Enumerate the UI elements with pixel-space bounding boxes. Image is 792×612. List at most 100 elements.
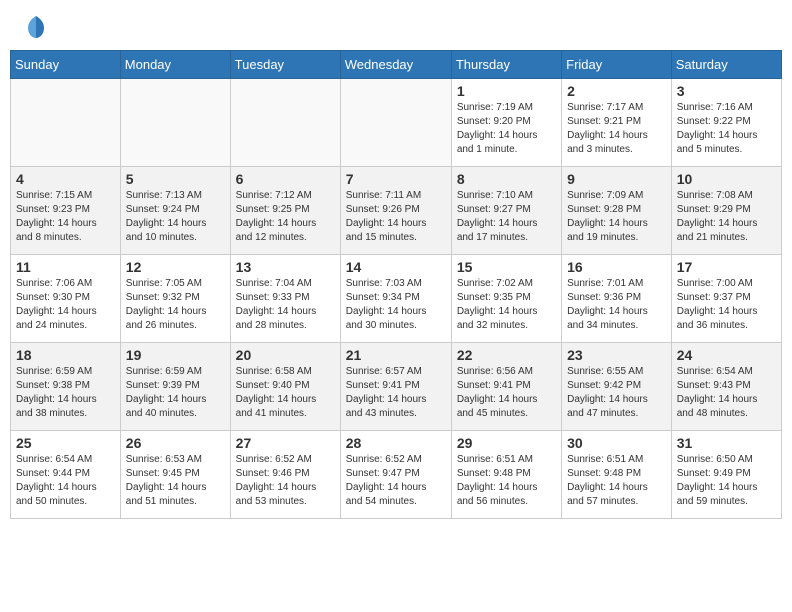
day-number: 2 — [567, 83, 666, 99]
calendar-cell: 12Sunrise: 7:05 AM Sunset: 9:32 PM Dayli… — [120, 255, 230, 343]
logo — [20, 12, 50, 40]
day-info: Sunrise: 7:15 AM Sunset: 9:23 PM Dayligh… — [16, 189, 115, 245]
calendar-cell: 20 Sunrise: 6:58 AM Sunset: 9:40 PM Dayli… — [230, 343, 340, 431]
day-info: Sunrise: 6:57 AM Sunset: 9:41 PM Dayligh… — [346, 365, 446, 421]
day-info: Sunrise: 6:53 AM Sunset: 9:45 PM Dayligh… — [126, 453, 225, 509]
calendar-cell: 8Sunrise: 7:10 AM Sunset: 9:27 PM Daylig… — [451, 167, 561, 255]
day-info: Sunrise: 6:58 AM Sunset: 9:40 PM Dayligh… — [236, 365, 335, 421]
calendar-cell — [11, 79, 121, 167]
day-info: Sunrise: 6:52 AM Sunset: 9:46 PM Dayligh… — [236, 453, 335, 509]
day-number: 11 — [16, 259, 115, 275]
day-info: Sunrise: 7:01 AM Sunset: 9:36 PM Dayligh… — [567, 277, 666, 333]
day-info: Sunrise: 6:50 AM Sunset: 9:49 PM Dayligh… — [677, 453, 776, 509]
calendar-cell: 24Sunrise: 6:54 AM Sunset: 9:43 PM Dayli… — [671, 343, 781, 431]
calendar-cell — [230, 79, 340, 167]
day-info: Sunrise: 7:17 AM Sunset: 9:21 PM Dayligh… — [567, 101, 666, 157]
calendar-week-row: 25 Sunrise: 6:54 AM Sunset: 9:44 PM Dayli… — [11, 431, 782, 519]
calendar-cell: 4 Sunrise: 7:15 AM Sunset: 9:23 PM Daylig… — [11, 167, 121, 255]
day-number: 19 — [126, 347, 225, 363]
calendar-cell: 28 Sunrise: 6:52 AM Sunset: 9:47 PM Dayli… — [340, 431, 451, 519]
calendar-cell: 30Sunrise: 6:51 AM Sunset: 9:48 PM Dayli… — [562, 431, 672, 519]
calendar-cell: 2 Sunrise: 7:17 AM Sunset: 9:21 PM Daylig… — [562, 79, 672, 167]
calendar-cell: 9Sunrise: 7:09 AM Sunset: 9:28 PM Daylig… — [562, 167, 672, 255]
day-of-week-header: Thursday — [451, 51, 561, 79]
day-info: Sunrise: 6:52 AM Sunset: 9:47 PM Dayligh… — [346, 453, 446, 509]
day-number: 10 — [677, 171, 776, 187]
day-info: Sunrise: 7:12 AM Sunset: 9:25 PM Dayligh… — [236, 189, 335, 245]
calendar-cell: 16 Sunrise: 7:01 AM Sunset: 9:36 PM Dayli… — [562, 255, 672, 343]
page-header — [0, 0, 792, 44]
calendar-week-row: 11 Sunrise: 7:06 AM Sunset: 9:30 PM Dayli… — [11, 255, 782, 343]
calendar-cell: 22 Sunrise: 6:56 AM Sunset: 9:41 PM Dayli… — [451, 343, 561, 431]
day-number: 14 — [346, 259, 446, 275]
day-of-week-header: Saturday — [671, 51, 781, 79]
day-info: Sunrise: 7:06 AM Sunset: 9:30 PM Dayligh… — [16, 277, 115, 333]
calendar-cell: 6 Sunrise: 7:12 AM Sunset: 9:25 PM Daylig… — [230, 167, 340, 255]
day-info: Sunrise: 7:11 AM Sunset: 9:26 PM Dayligh… — [346, 189, 446, 245]
calendar-table: SundayMondayTuesdayWednesdayThursdayFrid… — [10, 50, 782, 519]
logo-icon — [22, 12, 50, 40]
day-number: 28 — [346, 435, 446, 451]
calendar-cell: 15 Sunrise: 7:02 AM Sunset: 9:35 PM Dayli… — [451, 255, 561, 343]
day-number: 12 — [126, 259, 225, 275]
calendar-cell: 27 Sunrise: 6:52 AM Sunset: 9:46 PM Dayli… — [230, 431, 340, 519]
day-number: 15 — [457, 259, 556, 275]
day-of-week-header: Tuesday — [230, 51, 340, 79]
day-info: Sunrise: 7:04 AM Sunset: 9:33 PM Dayligh… — [236, 277, 335, 333]
day-number: 22 — [457, 347, 556, 363]
day-info: Sunrise: 6:54 AM Sunset: 9:44 PM Dayligh… — [16, 453, 115, 509]
day-info: Sunrise: 7:02 AM Sunset: 9:35 PM Dayligh… — [457, 277, 556, 333]
day-number: 8 — [457, 171, 556, 187]
day-info: Sunrise: 7:08 AM Sunset: 9:29 PM Dayligh… — [677, 189, 776, 245]
calendar-cell: 21 Sunrise: 6:57 AM Sunset: 9:41 PM Dayli… — [340, 343, 451, 431]
day-info: Sunrise: 7:19 AM Sunset: 9:20 PM Dayligh… — [457, 101, 556, 157]
day-number: 24 — [677, 347, 776, 363]
day-number: 25 — [16, 435, 115, 451]
calendar-cell: 3 Sunrise: 7:16 AM Sunset: 9:22 PM Daylig… — [671, 79, 781, 167]
day-number: 17 — [677, 259, 776, 275]
calendar-cell: 31Sunrise: 6:50 AM Sunset: 9:49 PM Dayli… — [671, 431, 781, 519]
day-number: 23 — [567, 347, 666, 363]
calendar-cell: 19Sunrise: 6:59 AM Sunset: 9:39 PM Dayli… — [120, 343, 230, 431]
day-number: 26 — [126, 435, 225, 451]
calendar-cell: 10 Sunrise: 7:08 AM Sunset: 9:29 PM Dayli… — [671, 167, 781, 255]
calendar-header-row: SundayMondayTuesdayWednesdayThursdayFrid… — [11, 51, 782, 79]
day-of-week-header: Wednesday — [340, 51, 451, 79]
day-number: 7 — [346, 171, 446, 187]
day-of-week-header: Friday — [562, 51, 672, 79]
day-info: Sunrise: 7:16 AM Sunset: 9:22 PM Dayligh… — [677, 101, 776, 157]
day-number: 13 — [236, 259, 335, 275]
day-number: 16 — [567, 259, 666, 275]
day-number: 20 — [236, 347, 335, 363]
calendar-cell: 26 Sunrise: 6:53 AM Sunset: 9:45 PM Dayli… — [120, 431, 230, 519]
day-info: Sunrise: 6:51 AM Sunset: 9:48 PM Dayligh… — [457, 453, 556, 509]
day-info: Sunrise: 7:09 AM Sunset: 9:28 PM Dayligh… — [567, 189, 666, 245]
calendar-cell: 25 Sunrise: 6:54 AM Sunset: 9:44 PM Dayli… — [11, 431, 121, 519]
day-of-week-header: Monday — [120, 51, 230, 79]
day-number: 3 — [677, 83, 776, 99]
day-info: Sunrise: 7:03 AM Sunset: 9:34 PM Dayligh… — [346, 277, 446, 333]
day-number: 1 — [457, 83, 556, 99]
day-info: Sunrise: 6:59 AM Sunset: 9:38 PM Dayligh… — [16, 365, 115, 421]
day-number: 18 — [16, 347, 115, 363]
day-info: Sunrise: 6:56 AM Sunset: 9:41 PM Dayligh… — [457, 365, 556, 421]
calendar-week-row: 1 Sunrise: 7:19 AM Sunset: 9:20 PM Daylig… — [11, 79, 782, 167]
day-number: 27 — [236, 435, 335, 451]
calendar-cell: 1 Sunrise: 7:19 AM Sunset: 9:20 PM Daylig… — [451, 79, 561, 167]
calendar-week-row: 18 Sunrise: 6:59 AM Sunset: 9:38 PM Dayli… — [11, 343, 782, 431]
calendar-cell: 7 Sunrise: 7:11 AM Sunset: 9:26 PM Daylig… — [340, 167, 451, 255]
calendar-cell: 14 Sunrise: 7:03 AM Sunset: 9:34 PM Dayli… — [340, 255, 451, 343]
calendar-cell — [120, 79, 230, 167]
calendar-cell: 23 Sunrise: 6:55 AM Sunset: 9:42 PM Dayli… — [562, 343, 672, 431]
day-info: Sunrise: 6:55 AM Sunset: 9:42 PM Dayligh… — [567, 365, 666, 421]
calendar-week-row: 4 Sunrise: 7:15 AM Sunset: 9:23 PM Daylig… — [11, 167, 782, 255]
day-number: 21 — [346, 347, 446, 363]
day-of-week-header: Sunday — [11, 51, 121, 79]
calendar-cell: 5Sunrise: 7:13 AM Sunset: 9:24 PM Daylig… — [120, 167, 230, 255]
day-number: 6 — [236, 171, 335, 187]
day-number: 30 — [567, 435, 666, 451]
day-number: 4 — [16, 171, 115, 187]
calendar-cell: 18 Sunrise: 6:59 AM Sunset: 9:38 PM Dayli… — [11, 343, 121, 431]
day-number: 29 — [457, 435, 556, 451]
calendar-cell: 13 Sunrise: 7:04 AM Sunset: 9:33 PM Dayli… — [230, 255, 340, 343]
